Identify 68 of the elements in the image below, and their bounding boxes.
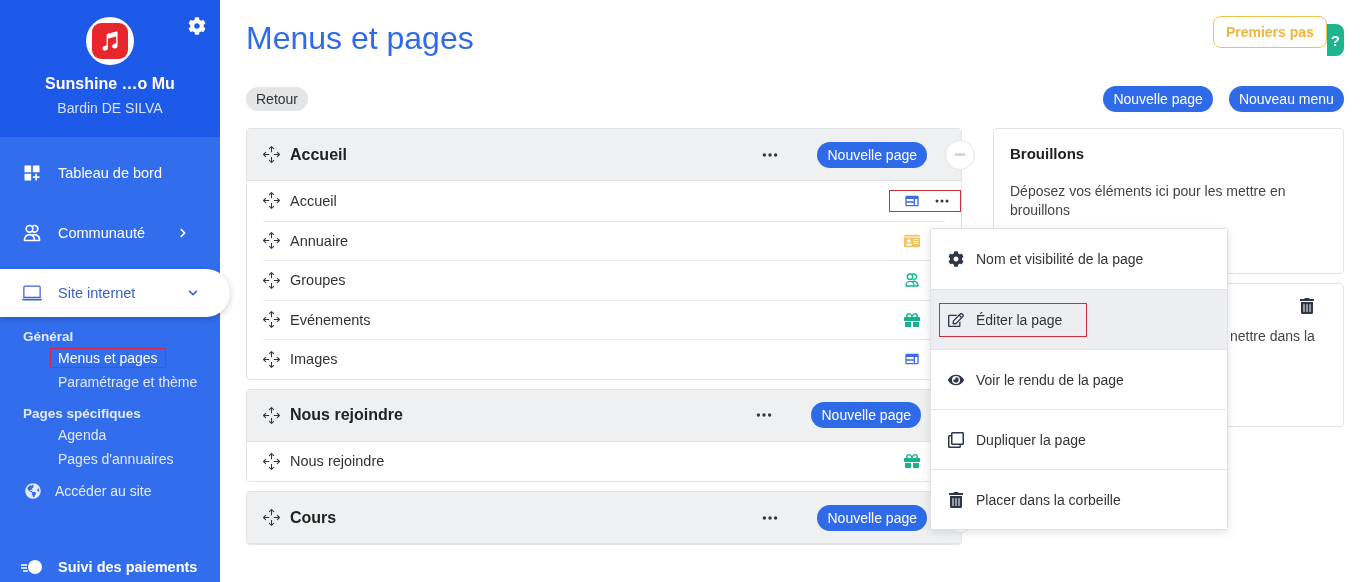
menu-title: Nous rejoindre [290, 406, 404, 424]
move-icon[interactable] [263, 192, 280, 210]
sidebar-link[interactable]: Pages d'annuaires [50, 449, 182, 469]
move-icon[interactable] [263, 350, 280, 368]
page-title: Menus et pages [246, 20, 474, 57]
new-page-button[interactable]: Nouvelle page [817, 504, 927, 531]
move-icon[interactable] [263, 452, 280, 470]
page-type-icon [904, 311, 920, 328]
page-name: Nous rejoindre [290, 453, 386, 470]
menu-title: Cours [290, 508, 338, 527]
menu-item[interactable]: Nom et visibilité de la page [931, 229, 1227, 289]
action-button[interactable]: Nouveau menu [1228, 86, 1344, 112]
menu-item-label: Dupliquer la page [976, 431, 1086, 448]
section-title: Pages spécifiques [22, 406, 142, 421]
sidebar-link[interactable]: Menus et pages [50, 348, 166, 368]
help-badge[interactable]: ? [1326, 24, 1344, 56]
menu-item[interactable]: Dupliquer la page [931, 409, 1227, 469]
page-name: Accueil [290, 192, 338, 209]
page-type-icon [904, 453, 920, 470]
card-text: nettre dans la [1230, 328, 1315, 344]
back-button[interactable]: Retour [246, 87, 309, 111]
action-button[interactable]: Nouvelle page [1103, 86, 1213, 112]
menu-item[interactable]: Voir le rendu de la page [931, 349, 1227, 409]
community-icon [22, 223, 42, 243]
menu-item[interactable]: Éditer la page [931, 289, 1227, 349]
trash-icon [948, 491, 964, 508]
globe-icon [25, 483, 41, 499]
page-name: Evénements [290, 311, 372, 328]
settings-icon [948, 251, 964, 267]
menu-item[interactable]: Placer dans la corbeille [931, 469, 1227, 529]
site-link-label: Accéder au site [55, 483, 152, 499]
move-icon[interactable] [263, 311, 280, 329]
new-page-button[interactable]: Nouvelle page [811, 402, 921, 428]
card-text: Déposez vos éléments ici pour les mettre en brouillons [1010, 182, 1287, 220]
page-type-icon [904, 232, 920, 249]
menu-item-label: Éditer la page [976, 311, 1063, 328]
settings-icon[interactable] [188, 17, 206, 35]
move-icon[interactable] [263, 146, 280, 163]
sidebar-item[interactable]: Suivi des paiements [58, 559, 198, 575]
sidebar-link[interactable]: Paramétrage et thème [50, 372, 206, 392]
menu-item-label: Nom et visibilité de la page [976, 251, 1144, 267]
organization-name: Sunshine …o Mu [45, 75, 175, 93]
sidebar-item[interactable]: Site internet [0, 269, 230, 317]
page-name: Images [290, 351, 339, 368]
section-title: Général [22, 329, 75, 344]
trash-icon[interactable] [1298, 298, 1315, 314]
move-icon[interactable] [263, 406, 280, 424]
menu-item-label: Voir le rendu de la page [976, 371, 1124, 388]
user-name: Bardin DE SILVA [57, 100, 163, 116]
sidebar-item[interactable]: Communauté [0, 209, 220, 257]
menu-item-label: Placer dans la corbeille [976, 491, 1121, 508]
page-type-icon [904, 272, 920, 289]
new-page-button[interactable]: Nouvelle page [817, 141, 927, 168]
laptop-icon [22, 283, 42, 303]
site-link[interactable]: Accéder au site [0, 483, 220, 499]
edit-icon [948, 311, 964, 328]
menu-title: Accueil [290, 145, 348, 164]
card-title: Brouillons [1010, 145, 1086, 162]
sidebar-link[interactable]: Agenda [50, 425, 115, 445]
move-icon[interactable] [263, 232, 280, 250]
payments-icon [20, 558, 44, 576]
page-name: Annuaire [290, 232, 350, 249]
sidebar-item[interactable]: Tableau de bord [0, 149, 220, 197]
duplicate-icon [948, 431, 964, 448]
dashboard-icon [22, 163, 42, 183]
page-name: Groupes [290, 272, 347, 289]
move-icon[interactable] [263, 509, 280, 526]
move-icon[interactable] [263, 271, 280, 289]
